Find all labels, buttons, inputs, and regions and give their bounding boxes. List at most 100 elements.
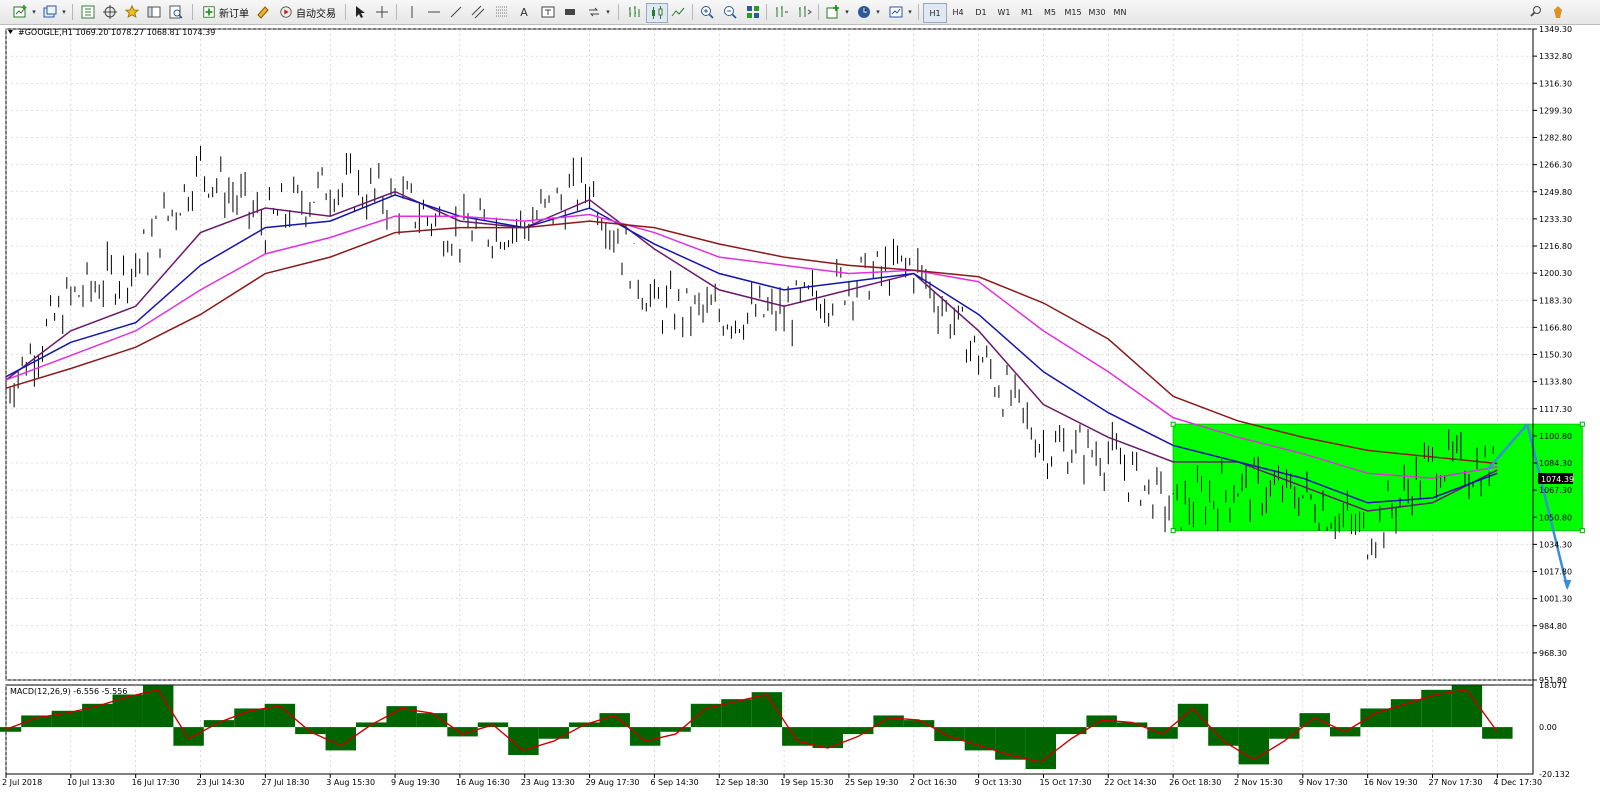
- profiles-button[interactable]: [40, 3, 60, 21]
- timeframe-w1[interactable]: W1: [993, 3, 1015, 21]
- text-tool[interactable]: A: [514, 3, 534, 21]
- templates-icon: [889, 6, 903, 18]
- toolbar-divider: [192, 4, 193, 20]
- price-tick-label: 1332.80: [1539, 52, 1572, 61]
- macd-histogram-bar: [1147, 727, 1178, 739]
- macd-tick-label: 0.00: [1539, 723, 1557, 732]
- macd-legend: MACD(12,26,9) -6.556 -5.556: [10, 687, 127, 696]
- new-chart-button[interactable]: [10, 3, 30, 21]
- vertical-line-icon: [411, 6, 413, 18]
- zoom-in-button[interactable]: [697, 3, 717, 21]
- templates-button[interactable]: [886, 3, 906, 21]
- horizontal-line-tool[interactable]: [424, 3, 444, 21]
- timeframe-d1[interactable]: D1: [970, 3, 992, 21]
- toolbar-divider: [396, 4, 397, 20]
- chevron-down-icon[interactable]: ▾: [30, 3, 38, 21]
- chevron-down-icon[interactable]: ▾: [874, 3, 882, 21]
- time-tick-label: 27 Jul 18:30: [261, 778, 309, 787]
- time-tick-label: 15 Oct 17:30: [1039, 778, 1091, 787]
- timeframe-m30[interactable]: M30: [1086, 3, 1108, 21]
- new-order-button[interactable]: 新订单: [198, 3, 253, 21]
- fibonacci-tool[interactable]: [492, 3, 512, 21]
- bar-chart-button[interactable]: [624, 3, 644, 21]
- price-tick-label: 968.30: [1539, 649, 1567, 658]
- auto-trading-button[interactable]: 自动交易: [275, 3, 340, 21]
- price-tick-label: 1216.80: [1539, 242, 1572, 251]
- trendline-icon: [450, 6, 462, 18]
- range-rectangle[interactable]: [1172, 423, 1583, 532]
- chevron-down-icon[interactable]: ▾: [906, 3, 914, 21]
- arrows-tool[interactable]: [584, 3, 604, 21]
- price-tick-label: 1001.30: [1539, 595, 1572, 604]
- macd-histogram-bar: [82, 703, 113, 728]
- tile-windows-icon: [747, 6, 759, 18]
- price-tick-label: 1299.30: [1539, 106, 1572, 115]
- price-tick-label: 1200.30: [1539, 269, 1572, 278]
- rectangle-tool[interactable]: [560, 3, 580, 21]
- search-icon: [1530, 6, 1541, 17]
- trendline-tool[interactable]: [446, 3, 466, 21]
- timeframe-m1[interactable]: M1: [1016, 3, 1038, 21]
- toolbar-divider: [818, 4, 819, 20]
- crosshair-tool[interactable]: [372, 3, 392, 21]
- zoom-out-button[interactable]: [720, 3, 740, 21]
- indicators-button[interactable]: [823, 3, 843, 21]
- timeframe-m15[interactable]: M15: [1062, 3, 1084, 21]
- text-label-tool[interactable]: [538, 3, 558, 21]
- timeframe-h1[interactable]: H1: [923, 3, 947, 23]
- community-icon: [1554, 6, 1562, 18]
- macd-histogram-bar: [1299, 713, 1330, 728]
- search-button[interactable]: [1526, 3, 1546, 21]
- cursor-tool[interactable]: [350, 3, 370, 21]
- price-tick-label: 1050.80: [1539, 513, 1572, 522]
- time-tick-label: 23 Aug 13:30: [521, 778, 575, 787]
- price-tick-label: 1150.30: [1539, 351, 1572, 360]
- terminal-button[interactable]: [144, 3, 164, 21]
- macd-histogram-bar: [173, 727, 204, 746]
- chart-legend: #GOOGLE,H1 1069.20 1078.27 1068.81 1074.…: [18, 28, 215, 37]
- candlestick-icon: [652, 6, 663, 19]
- time-tick-label: 25 Sep 19:30: [845, 778, 898, 787]
- timeframe-mn[interactable]: MN: [1109, 3, 1131, 21]
- chart-shift-button[interactable]: [771, 3, 791, 21]
- timeframe-h4[interactable]: H4: [947, 3, 969, 21]
- market-watch-button[interactable]: [78, 3, 98, 21]
- macd-histogram-bar: [295, 727, 326, 735]
- price-tick-label: 1084.30: [1539, 459, 1572, 468]
- time-tick-label: 3 Aug 15:30: [326, 778, 375, 787]
- candlestick-button[interactable]: [646, 3, 668, 23]
- vertical-line-tool[interactable]: [402, 3, 422, 21]
- strategy-tester-button[interactable]: [166, 3, 186, 21]
- chevron-down-icon[interactable]: ▾: [604, 3, 612, 21]
- periods-button[interactable]: [854, 3, 874, 21]
- range-handle[interactable]: [1579, 528, 1585, 534]
- navigator-button[interactable]: [122, 3, 142, 21]
- price-tick-label: 1266.30: [1539, 161, 1572, 170]
- range-box-layer[interactable]: [1170, 421, 1585, 534]
- chevron-down-icon[interactable]: ▾: [843, 3, 851, 21]
- clock-icon: [858, 6, 870, 18]
- time-tick-label: 16 Jul 17:30: [132, 778, 180, 787]
- fibonacci-icon: [496, 6, 508, 17]
- macd-histogram-bar: [538, 727, 570, 739]
- line-chart-button[interactable]: [668, 3, 688, 21]
- data-window-button[interactable]: [100, 3, 120, 21]
- price-chart[interactable]: 1349.30 1332.80 1316.30 1299.30 1282.80 1266.…: [0, 25, 1600, 806]
- chart-window[interactable]: 1349.30 1332.80 1316.30 1299.30 1282.80 1266.…: [0, 25, 1600, 806]
- metaeditor-button[interactable]: [253, 3, 273, 21]
- tile-windows-button[interactable]: [743, 3, 763, 21]
- horizontal-line-icon: [428, 11, 440, 13]
- range-handle[interactable]: [1170, 421, 1176, 427]
- range-handle[interactable]: [1170, 528, 1176, 534]
- autoscroll-button[interactable]: [794, 3, 814, 21]
- price-tick-label: 1282.80: [1539, 134, 1572, 143]
- macd-tick-label: -20.132: [1539, 770, 1570, 779]
- range-handle[interactable]: [1579, 421, 1585, 427]
- timeframe-m5[interactable]: M5: [1039, 3, 1061, 21]
- community-button[interactable]: [1548, 3, 1568, 21]
- new-chart-icon: [13, 5, 27, 18]
- time-tick-label: 12 Sep 18:30: [715, 778, 768, 787]
- autoscroll-icon: [799, 6, 812, 17]
- chevron-down-icon[interactable]: ▾: [60, 3, 68, 21]
- channel-tool[interactable]: [468, 3, 488, 21]
